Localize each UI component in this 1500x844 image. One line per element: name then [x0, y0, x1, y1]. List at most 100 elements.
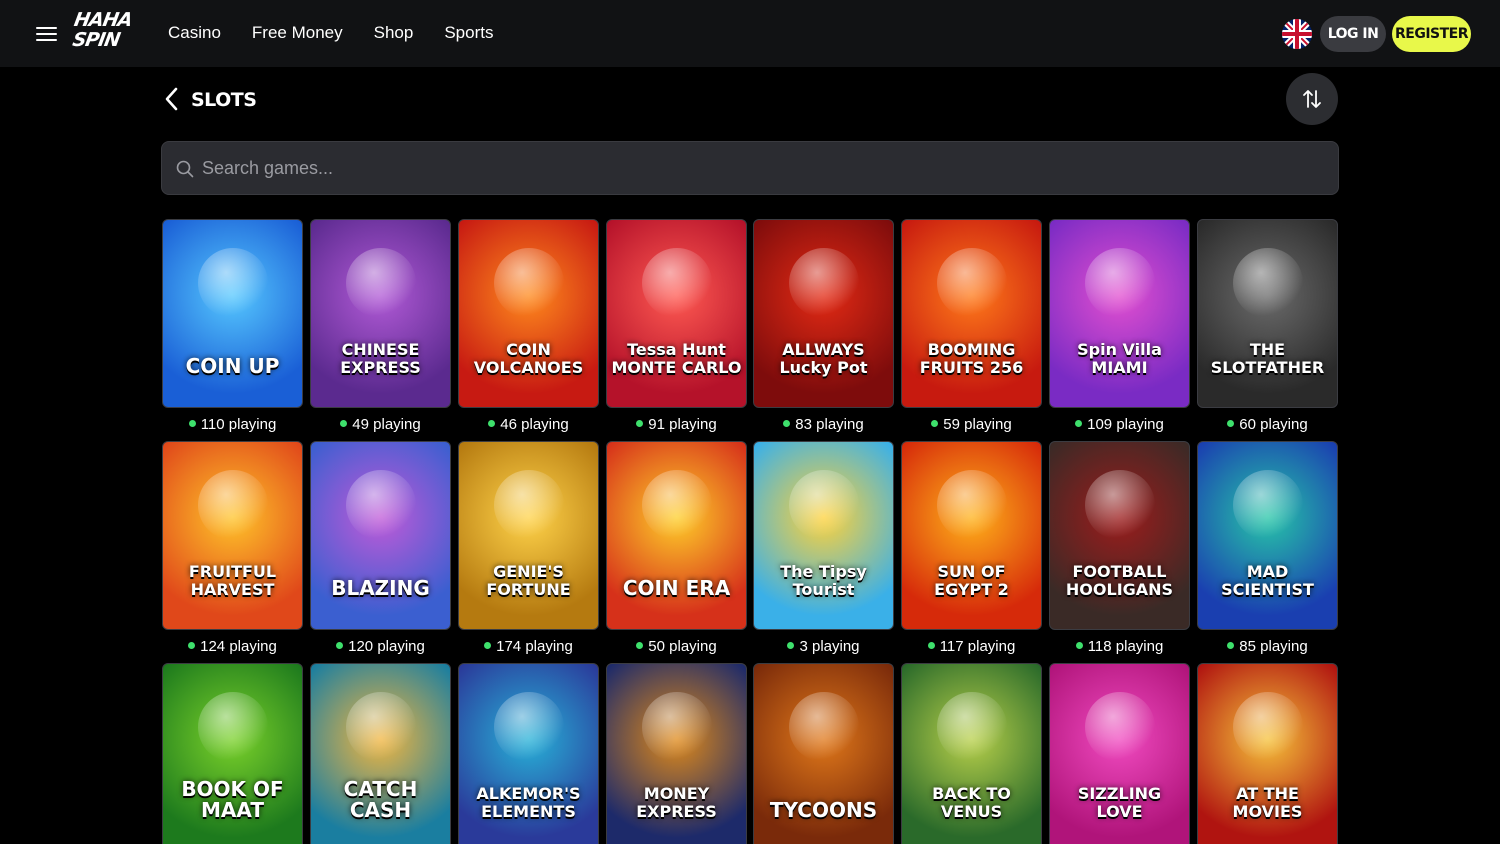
sort-button[interactable] — [1286, 73, 1338, 125]
chinese-express-thumb[interactable]: CHINESE EXPRESS — [310, 219, 451, 408]
back-to-venus-thumb[interactable]: BACK TO VENUS — [901, 663, 1042, 844]
nav-casino[interactable]: Casino — [168, 23, 221, 43]
game-card[interactable]: MAD SCIENTIST 85 playing — [1197, 441, 1338, 656]
online-dot-icon — [1227, 420, 1235, 427]
game-card[interactable]: TYCOONS — [753, 663, 894, 844]
game-title: CHINESE EXPRESS — [340, 340, 421, 377]
nav-sports[interactable]: Sports — [444, 23, 493, 43]
players-count: 117 playing — [901, 638, 1042, 656]
online-dot-icon — [340, 420, 348, 427]
game-title: FOOTBALL HOOLIGANS — [1065, 562, 1174, 599]
game-title: FRUITFUL HARVEST — [188, 562, 277, 599]
game-card[interactable]: BOOK OF MAAT — [162, 663, 303, 844]
back-chevron-icon[interactable] — [162, 86, 182, 112]
alkemors-elements-thumb[interactable]: ALKEMOR'S ELEMENTS — [458, 663, 599, 844]
coin-volcanoes-thumb[interactable]: COIN VOLCANOES — [458, 219, 599, 408]
game-card[interactable]: BLAZING 120 playing — [310, 441, 451, 656]
game-card[interactable]: COIN VOLCANOES 46 playing — [458, 219, 599, 434]
game-card[interactable]: BOOMING FRUITS 256 59 playing — [901, 219, 1042, 434]
online-dot-icon — [1227, 642, 1235, 649]
spin-villa-thumb[interactable]: Spin Villa MIAMI — [1049, 219, 1190, 408]
football-hooligans-thumb[interactable]: FOOTBALL HOOLIGANS — [1049, 441, 1190, 630]
uk-flag-language-icon[interactable] — [1282, 19, 1312, 49]
game-card[interactable]: FRUITFUL HARVEST 124 playing — [162, 441, 303, 656]
game-title: BOOMING FRUITS 256 — [919, 340, 1024, 377]
players-count-label: 120 playing — [348, 638, 425, 655]
players-count: 46 playing — [458, 416, 599, 434]
game-card[interactable]: GENIE'S FORTUNE 174 playing — [458, 441, 599, 656]
players-count: 60 playing — [1197, 416, 1338, 434]
game-card[interactable]: CATCH CASH — [310, 663, 451, 844]
game-art-icon — [1233, 248, 1303, 318]
players-count-label: 49 playing — [352, 416, 421, 433]
book-of-maat-thumb[interactable]: BOOK OF MAAT — [162, 663, 303, 844]
tipsy-tourist-thumb[interactable]: The Tipsy Tourist — [753, 441, 894, 630]
slotfather-thumb[interactable]: THE SLOTFATHER — [1197, 219, 1338, 408]
game-art-icon — [494, 692, 564, 762]
sun-of-egypt-thumb[interactable]: SUN OF EGYPT 2 — [901, 441, 1042, 630]
nav-free-money[interactable]: Free Money — [252, 23, 343, 43]
players-count-label: 91 playing — [648, 416, 717, 433]
players-count: 3 playing — [753, 638, 894, 656]
tycoons-thumb[interactable]: TYCOONS — [753, 663, 894, 844]
top-navigation-bar: HAHA SPIN Casino Free Money Shop Sports … — [0, 0, 1500, 67]
game-title: MONEY EXPRESS — [636, 784, 717, 821]
online-dot-icon — [931, 420, 939, 427]
hamburger-menu-icon[interactable] — [36, 24, 58, 42]
sort-arrows-icon — [1303, 90, 1321, 108]
game-art-icon — [494, 248, 564, 318]
game-card[interactable]: COIN UP 110 playing — [162, 219, 303, 434]
game-card[interactable]: FOOTBALL HOOLIGANS 118 playing — [1049, 441, 1190, 656]
register-button[interactable]: REGISTER — [1392, 16, 1471, 52]
game-card[interactable]: Tessa Hunt MONTE CARLO 91 playing — [606, 219, 747, 434]
game-title: Spin Villa MIAMI — [1077, 340, 1162, 377]
search-input[interactable] — [202, 142, 1322, 194]
game-card[interactable]: COIN ERA 50 playing — [606, 441, 747, 656]
game-art-icon — [1085, 470, 1155, 540]
sizzling-love-thumb[interactable]: SIZZLING LOVE — [1049, 663, 1190, 844]
catch-cash-thumb[interactable]: CATCH CASH — [310, 663, 451, 844]
fruitful-harvest-thumb[interactable]: FRUITFUL HARVEST — [162, 441, 303, 630]
coin-up-thumb[interactable]: COIN UP — [162, 219, 303, 408]
game-art-icon — [1085, 692, 1155, 762]
game-art-icon — [198, 248, 268, 318]
main-nav: Casino Free Money Shop Sports — [168, 23, 524, 43]
login-button[interactable]: LOG IN — [1320, 16, 1386, 52]
players-count-label: 174 playing — [496, 638, 573, 655]
players-count-label: 109 playing — [1087, 416, 1164, 433]
online-dot-icon — [188, 420, 196, 427]
game-card[interactable]: MONEY EXPRESS — [606, 663, 747, 844]
nav-shop[interactable]: Shop — [374, 23, 414, 43]
players-count-label: 83 playing — [795, 416, 864, 433]
game-card[interactable]: Spin Villa MIAMI 109 playing — [1049, 219, 1190, 434]
game-card[interactable]: CHINESE EXPRESS 49 playing — [310, 219, 451, 434]
game-title: BACK TO VENUS — [932, 784, 1011, 821]
players-count-label: 59 playing — [943, 416, 1012, 433]
game-art-icon — [642, 248, 712, 318]
game-art-icon — [642, 692, 712, 762]
at-the-movies-thumb[interactable]: AT THE MOVIES — [1197, 663, 1338, 844]
players-count: 83 playing — [753, 416, 894, 434]
booming-fruits-thumb[interactable]: BOOMING FRUITS 256 — [901, 219, 1042, 408]
game-art-icon — [346, 248, 416, 318]
money-express-thumb[interactable]: MONEY EXPRESS — [606, 663, 747, 844]
game-card[interactable]: SIZZLING LOVE — [1049, 663, 1190, 844]
game-card[interactable]: SUN OF EGYPT 2 117 playing — [901, 441, 1042, 656]
game-card[interactable]: BACK TO VENUS — [901, 663, 1042, 844]
mad-scientist-thumb[interactable]: MAD SCIENTIST — [1197, 441, 1338, 630]
players-count-label: 124 playing — [200, 638, 277, 655]
hahaspin-logo[interactable]: HAHA SPIN — [68, 9, 134, 56]
allways-lucky-pot-thumb[interactable]: ALLWAYS Lucky Pot — [753, 219, 894, 408]
coin-era-thumb[interactable]: COIN ERA — [606, 441, 747, 630]
game-card[interactable]: ALLWAYS Lucky Pot 83 playing — [753, 219, 894, 434]
game-card[interactable]: The Tipsy Tourist 3 playing — [753, 441, 894, 656]
game-art-icon — [937, 248, 1007, 318]
genies-fortune-thumb[interactable]: GENIE'S FORTUNE — [458, 441, 599, 630]
online-dot-icon — [1075, 642, 1083, 649]
game-card[interactable]: THE SLOTFATHER 60 playing — [1197, 219, 1338, 434]
blazing-thumb[interactable]: BLAZING — [310, 441, 451, 630]
monte-carlo-thumb[interactable]: Tessa Hunt MONTE CARLO — [606, 219, 747, 408]
game-card[interactable]: AT THE MOVIES — [1197, 663, 1338, 844]
game-card[interactable]: ALKEMOR'S ELEMENTS — [458, 663, 599, 844]
game-title: SIZZLING LOVE — [1077, 784, 1162, 821]
